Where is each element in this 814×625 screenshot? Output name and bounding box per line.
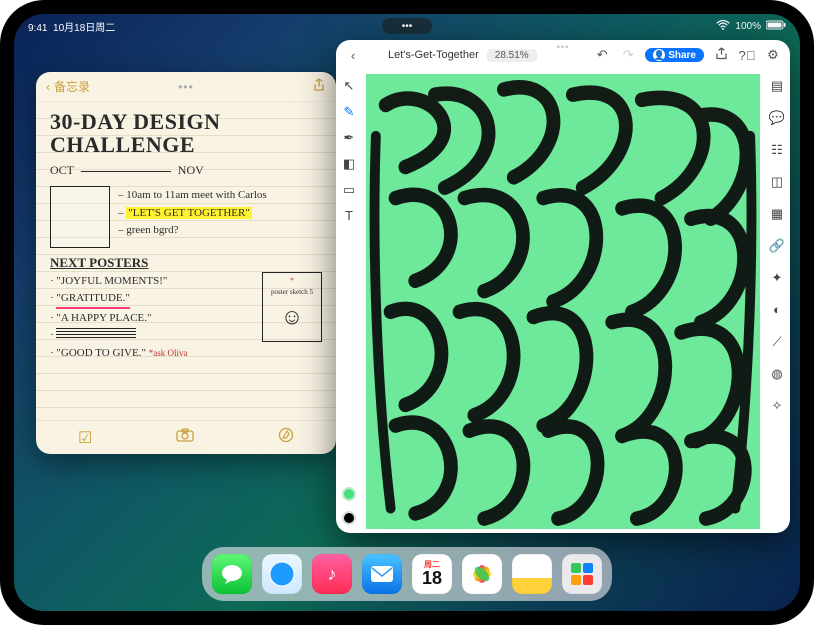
fx-icon[interactable]: ✦: [772, 270, 783, 292]
checklist-icon[interactable]: ☑: [78, 428, 92, 448]
list-item: "JOYFUL MOMENTS!": [56, 275, 167, 287]
bullet-item: 10am to 11am meet with Carlos: [126, 189, 266, 201]
share-button[interactable]: 👤 Share: [645, 48, 704, 62]
poster-list: · "JOYFUL MOMENTS!" · "GRATITUDE." · "A …: [50, 272, 252, 363]
stage-manager-pill[interactable]: •••: [382, 18, 432, 34]
markup-icon[interactable]: [278, 427, 294, 448]
link-icon[interactable]: 🔗: [769, 238, 785, 260]
list-item-underlined: "GRATITUDE.": [56, 291, 129, 309]
camera-icon[interactable]: [176, 428, 194, 447]
document-title[interactable]: Let's-Get-Together: [388, 49, 479, 61]
bullet-list: – 10am to 11am meet with Carlos – "LET'S…: [118, 186, 322, 248]
window-grabber-icon[interactable]: •••: [178, 80, 194, 94]
zoom-level[interactable]: 28.51%: [487, 49, 537, 62]
chevron-left-icon: ‹: [46, 80, 50, 94]
app-freeform[interactable]: [562, 554, 602, 594]
drawing-app-window[interactable]: ••• ‹ Let's-Get-Together 28.51% ↶ ↷ 👤 Sh…: [336, 40, 790, 533]
export-icon[interactable]: [712, 47, 730, 63]
redo-icon[interactable]: ↷: [619, 47, 637, 63]
bullet-item: green bgrd?: [126, 224, 178, 236]
battery-icon: [766, 20, 786, 33]
color-swatch-black[interactable]: [342, 511, 356, 525]
layers-icon[interactable]: ▤: [771, 78, 783, 100]
status-bar: 9:41 10月18日周二 ••• 100%: [14, 14, 800, 34]
sketch-thumbnail: [50, 186, 110, 248]
notes-toolbar: ‹ 备忘录 •••: [36, 72, 336, 102]
pen-tool-icon[interactable]: ✒: [344, 130, 355, 146]
eraser-tool-icon[interactable]: ◧: [343, 156, 355, 172]
share-icon[interactable]: [312, 78, 326, 95]
wand-icon[interactable]: ✧: [772, 398, 783, 420]
rect-tool-icon[interactable]: ▭: [343, 182, 355, 198]
media-icon[interactable]: ▦: [771, 206, 783, 228]
dock: ♪ 周二 18: [202, 547, 612, 601]
status-right: 100%: [716, 20, 786, 33]
mask-icon[interactable]: ◐: [773, 302, 781, 324]
adjust-icon[interactable]: ☷: [771, 142, 783, 164]
window-grabber-icon[interactable]: •••: [557, 42, 569, 52]
app-calendar[interactable]: 周二 18: [412, 554, 452, 594]
right-toolbar: ▤ 💬 ☷ ◫ ▦ 🔗 ✦ ◐ ⟋ ◍ ✧: [764, 70, 790, 533]
battery-pct: 100%: [735, 21, 761, 32]
comments-icon[interactable]: 💬: [769, 110, 785, 132]
fill-icon[interactable]: ◍: [771, 366, 782, 388]
path-icon[interactable]: ⟋: [772, 334, 781, 356]
notes-content[interactable]: 30-DAY DESIGN CHALLENGE OCT NOV – 10am t…: [36, 102, 336, 420]
status-date: 10月18日周二: [53, 23, 115, 34]
cursor-tool-icon[interactable]: ↖: [344, 78, 355, 94]
app-messages[interactable]: [212, 554, 252, 594]
app-photos[interactable]: [462, 554, 502, 594]
drawing-main: ↖ ✎ ✒ ◧ ▭ T: [336, 70, 790, 533]
settings-icon[interactable]: ⚙: [764, 47, 782, 63]
shapes-icon[interactable]: ◫: [771, 174, 783, 196]
notes-bottom-toolbar: ☑: [36, 420, 336, 454]
share-label: Share: [668, 50, 696, 61]
app-notes[interactable]: [512, 554, 552, 594]
note-title: 30-DAY DESIGN CHALLENGE: [50, 110, 322, 156]
status-time: 9:41: [28, 23, 47, 34]
canvas[interactable]: [366, 74, 760, 529]
left-toolbar: ↖ ✎ ✒ ◧ ▭ T: [336, 70, 362, 533]
list-item-scribble: [56, 328, 136, 338]
list-item: "GOOD TO GIVE.": [56, 347, 146, 359]
notes-window[interactable]: ‹ 备忘录 ••• 30-DAY DESIGN CHALLENGE OCT NO…: [36, 72, 336, 454]
app-music[interactable]: ♪: [312, 554, 352, 594]
person-icon: 👤: [653, 49, 665, 61]
back-icon[interactable]: ‹: [344, 48, 362, 63]
drawing-toolbar: ••• ‹ Let's-Get-Together 28.51% ↶ ↷ 👤 Sh…: [336, 40, 790, 70]
notes-back-label: 备忘录: [54, 78, 90, 95]
pencil-tool-icon[interactable]: ✎: [344, 104, 355, 120]
month-to: NOV: [178, 163, 204, 177]
status-left: 9:41 10月18日周二: [28, 19, 115, 34]
undo-icon[interactable]: ↶: [593, 47, 611, 63]
app-mail[interactable]: [362, 554, 402, 594]
poster-sketch: * poster sketch 5 ☺: [262, 272, 322, 342]
section-heading: NEXT POSTERS: [50, 254, 322, 273]
help-icon[interactable]: ?⃝: [738, 48, 756, 63]
poster-sketch-label: poster sketch 5: [263, 287, 321, 297]
text-tool-icon[interactable]: T: [345, 208, 353, 223]
bullet-item-highlighted: "LET'S GET TOGETHER": [126, 207, 252, 219]
screen: 9:41 10月18日周二 ••• 100% ‹ 备忘录: [14, 14, 800, 611]
ipad-frame: 9:41 10月18日周二 ••• 100% ‹ 备忘录: [0, 0, 814, 625]
note-months: OCT NOV: [50, 162, 322, 179]
app-safari[interactable]: [262, 554, 302, 594]
artwork: [366, 74, 760, 529]
wifi-icon: [716, 20, 730, 33]
ask-note: ask Oliva: [153, 348, 187, 358]
list-item: "A HAPPY PLACE.": [56, 312, 151, 324]
color-swatch-green[interactable]: [342, 487, 356, 501]
month-from: OCT: [50, 163, 74, 177]
calendar-daynum: 18: [422, 569, 442, 587]
notes-back-button[interactable]: ‹ 备忘录: [46, 78, 90, 95]
